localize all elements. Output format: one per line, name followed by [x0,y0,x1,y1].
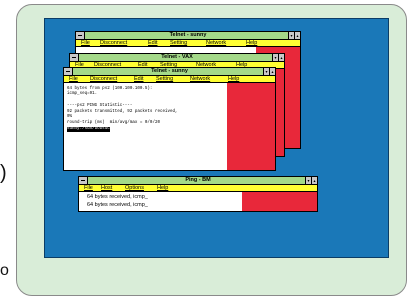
menu-network[interactable]: Network [190,76,210,82]
terminal-line: ----ps2 PING Statistic---- [67,104,133,108]
terminal-line: 0% [67,115,73,119]
titlebar[interactable]: Telnet - sunny ▾ ▴ [64,68,275,76]
menu-disconnect[interactable]: Disconnect [100,40,127,46]
terminal-prompt[interactable]: sunny:/sun/bobsuc [67,127,110,132]
window-title: Telnet - sunny [169,32,207,38]
menu-edit[interactable]: Edit [134,76,143,82]
menu-setting[interactable]: Setting [156,76,173,82]
menu-help[interactable]: Help [228,76,239,82]
maximize-icon[interactable]: ▴ [311,177,317,184]
menubar: File Disconnect Edit Setting Network Hel… [76,40,300,47]
titlebar[interactable]: Telnet - VAX ▾ ▴ [70,54,284,62]
content-panel [227,83,275,170]
menu-host[interactable]: Host [101,185,112,191]
window-title: Ping - BM [185,177,211,183]
window-title: Telnet - sunny [151,68,188,74]
maximize-icon[interactable]: ▴ [294,32,300,39]
margin-letter: o [0,262,9,279]
desktop-area: Telnet - sunny ▾ ▴ File Disconnect Edit … [44,18,389,258]
menu-help[interactable]: Help [246,40,257,46]
ping-line: 64 bytes received, icmp_ [87,194,148,200]
menubar: File Disconnect Edit Setting Network Hel… [64,76,275,83]
menu-file[interactable]: File [81,40,90,46]
menubar: File Host Options Help [79,185,317,192]
terminal-line: 92 packets transmitted, 92 packets recei… [67,110,178,114]
menu-file[interactable]: File [84,185,93,191]
terminal-line: icmp_seq=91. [67,92,98,96]
maximize-icon[interactable]: ▴ [278,54,284,61]
menu-setting[interactable]: Setting [170,40,187,46]
window-telnet-sunny-front[interactable]: Telnet - sunny ▾ ▴ File Disconnect Edit … [63,67,276,171]
ping-line: 64 bytes received, icmp_ [87,202,148,208]
terminal-line: round-trip (ms) min/avg/max = 0/0/20 [67,121,160,125]
menu-help[interactable]: Help [157,185,168,191]
titlebar[interactable]: Telnet - sunny ▾ ▴ [76,32,300,40]
menu-edit[interactable]: Edit [148,40,157,46]
maximize-icon[interactable]: ▴ [269,68,275,75]
menu-network[interactable]: Network [206,40,226,46]
margin-paren: ) [0,162,7,184]
menu-options[interactable]: Options [125,185,144,191]
window-title: Telnet - VAX [161,54,193,60]
window-ping-bm[interactable]: Ping - BM ▾ ▴ File Host Options Help 64 … [78,176,318,212]
menu-file[interactable]: File [69,76,78,82]
titlebar[interactable]: Ping - BM ▾ ▴ [79,177,317,185]
content-panel [242,192,317,211]
menu-disconnect[interactable]: Disconnect [90,76,117,82]
